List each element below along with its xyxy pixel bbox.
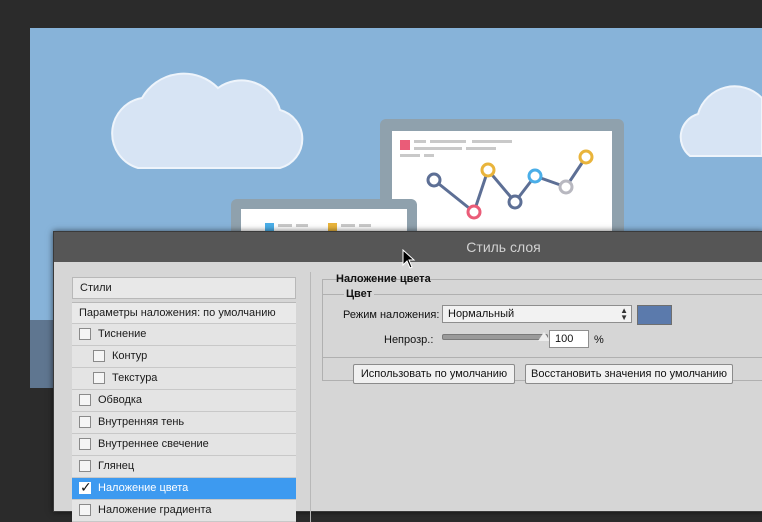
style-item-satin[interactable]: Глянец	[72, 456, 296, 478]
checkbox-checked[interactable]: ✓	[79, 479, 92, 495]
color-subgroup	[322, 294, 762, 358]
section-title: Наложение цвета	[336, 273, 431, 285]
style-item-inner-shadow[interactable]: Внутренняя тень	[72, 412, 296, 434]
layer-style-dialog: Стиль слоя Стили Параметры наложения: по…	[53, 231, 762, 522]
style-item-bevel-emboss[interactable]: Тиснение	[72, 324, 296, 346]
styles-list: Стили Параметры наложения: по умолчанию …	[72, 277, 296, 522]
checkbox[interactable]	[79, 460, 91, 472]
panel-divider	[310, 272, 311, 522]
style-label: Тиснение	[98, 328, 147, 340]
opacity-label: Непрозр.:	[384, 334, 434, 346]
blend-mode-value: Нормальный	[448, 308, 515, 320]
blending-options-item[interactable]: Параметры наложения: по умолчанию	[72, 302, 296, 324]
style-label: Глянец	[98, 460, 135, 472]
checkbox[interactable]	[93, 372, 105, 384]
checkmark-icon: ✓	[80, 479, 92, 495]
opacity-slider-track[interactable]	[442, 334, 548, 340]
style-label: Контур	[112, 350, 148, 362]
subsection-title: Цвет	[344, 288, 375, 300]
style-item-color-overlay[interactable]: ✓ Наложение цвета	[72, 478, 296, 500]
style-item-stroke[interactable]: Обводка	[72, 390, 296, 412]
style-label: Внутреннее свечение	[98, 438, 209, 450]
blend-mode-label: Режим наложения:	[343, 309, 440, 321]
color-swatch[interactable]	[637, 305, 672, 325]
restore-default-button[interactable]: Восстановить значения по умолчанию	[525, 364, 733, 384]
dialog-body: Стили Параметры наложения: по умолчанию …	[54, 262, 762, 522]
style-item-contour[interactable]: Контур	[72, 346, 296, 368]
checkbox[interactable]	[79, 438, 91, 450]
use-default-button[interactable]: Использовать по умолчанию	[353, 364, 515, 384]
cloud-right	[679, 85, 762, 157]
checkbox[interactable]	[79, 416, 91, 428]
select-arrows-icon: ▲ ▼	[620, 306, 628, 322]
style-item-inner-glow[interactable]: Внутреннее свечение	[72, 434, 296, 456]
style-item-texture[interactable]: Текстура	[72, 368, 296, 390]
checkbox[interactable]	[79, 328, 91, 340]
blend-mode-select[interactable]: Нормальный ▲ ▼	[442, 305, 632, 323]
style-label: Наложение градиента	[98, 504, 212, 516]
checkbox[interactable]	[79, 504, 91, 516]
opacity-unit: %	[594, 334, 604, 346]
styles-header[interactable]: Стили	[72, 277, 296, 299]
style-label: Обводка	[98, 394, 143, 406]
mouse-cursor-icon	[402, 249, 416, 269]
style-label: Наложение цвета	[98, 482, 189, 494]
checkbox[interactable]	[93, 350, 105, 362]
opacity-input[interactable]: 100	[549, 330, 589, 348]
checkbox[interactable]	[79, 394, 91, 406]
style-label: Текстура	[112, 372, 158, 384]
style-label: Внутренняя тень	[98, 416, 185, 428]
style-item-gradient-overlay[interactable]: Наложение градиента	[72, 500, 296, 522]
cloud-left	[111, 72, 304, 169]
